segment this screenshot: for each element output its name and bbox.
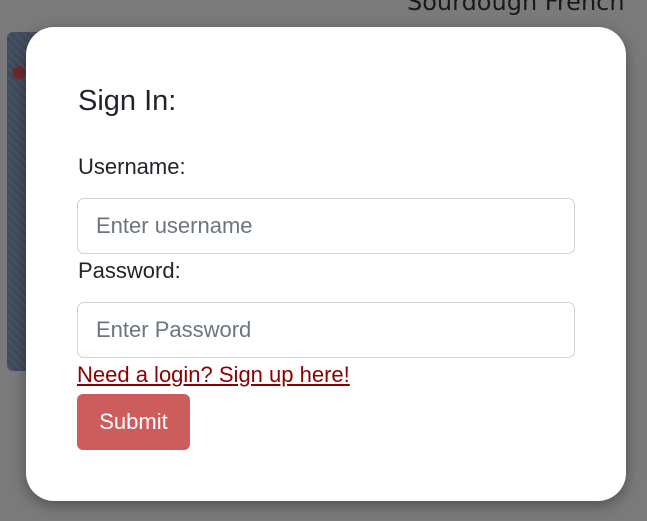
submit-button[interactable]: Submit [77, 394, 190, 450]
signin-modal: Sign In: Username: Password: Need a logi… [26, 27, 626, 501]
password-label: Password: [78, 258, 181, 283]
password-input[interactable] [77, 302, 575, 358]
username-label: Username: [78, 154, 186, 179]
background-page-title: Sourdough French [407, 0, 625, 16]
signup-link[interactable]: Need a login? Sign up here! [77, 362, 350, 388]
signin-title: Sign In: [78, 85, 177, 117]
username-input[interactable] [77, 198, 575, 254]
